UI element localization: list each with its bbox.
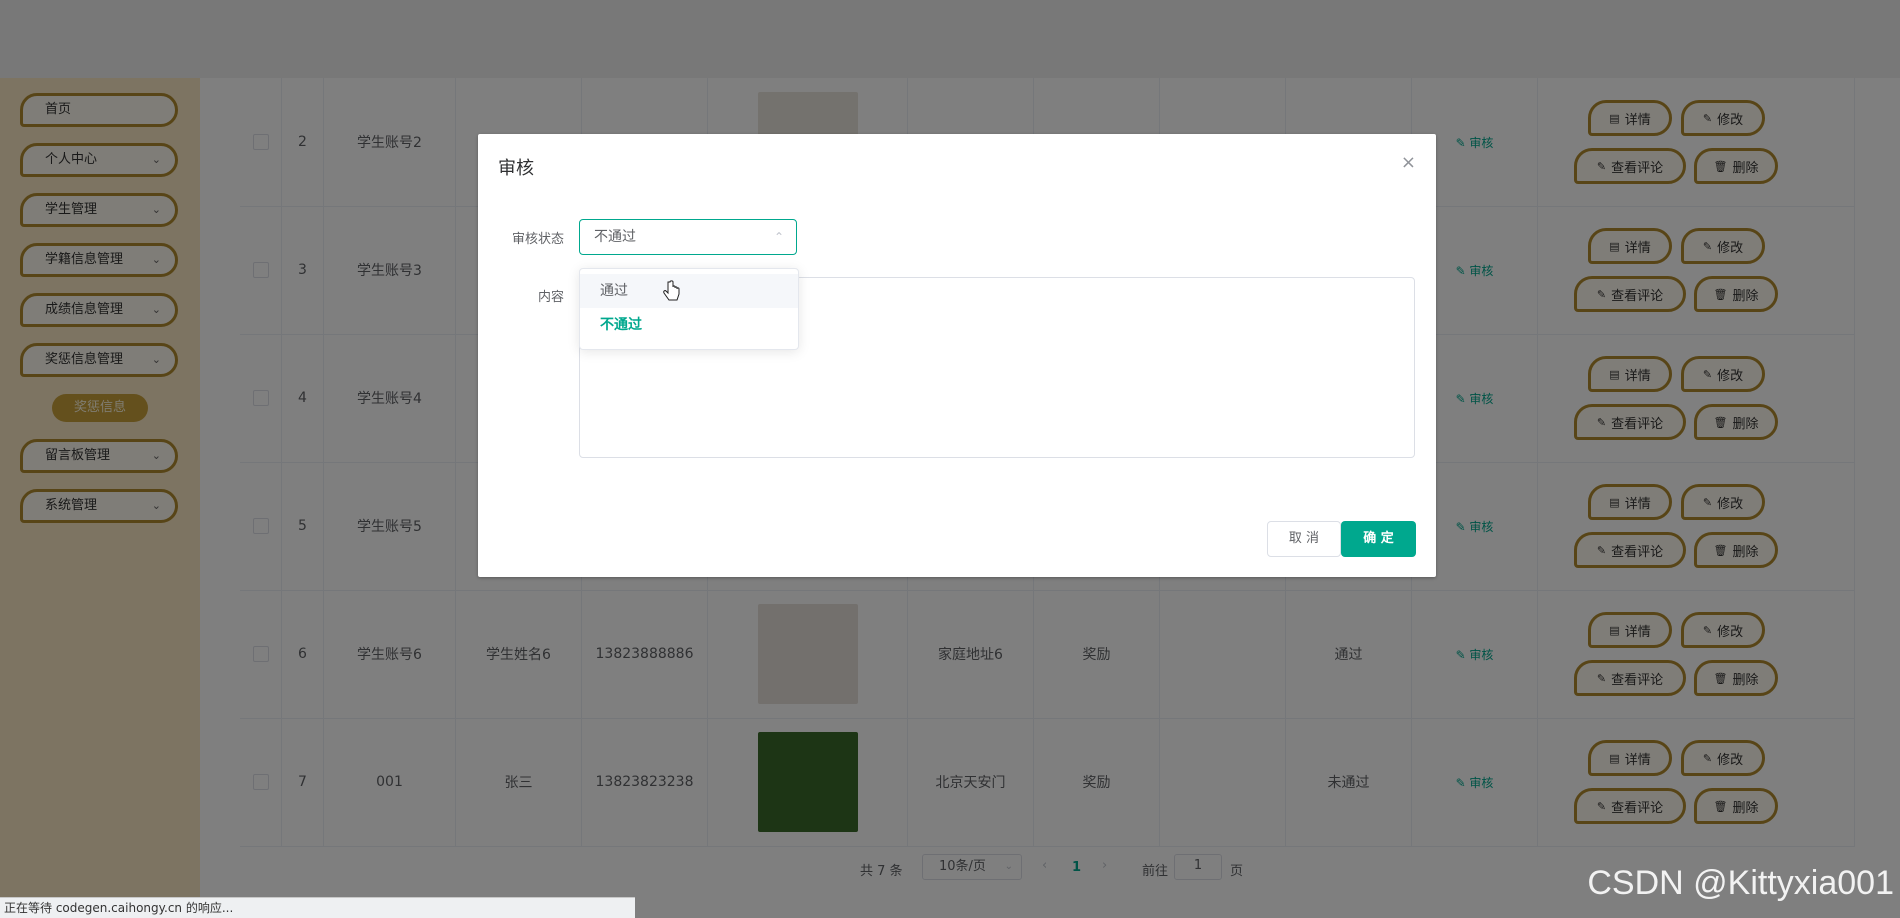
close-icon[interactable]: × xyxy=(1401,152,1416,173)
status-field-label: 审核状态 xyxy=(511,232,564,247)
hand-cursor-icon xyxy=(663,280,680,301)
dropdown-option-pass[interactable]: 通过 xyxy=(580,274,798,308)
content-field-label: 内容 xyxy=(537,290,564,305)
status-dropdown: 通过 不通过 xyxy=(579,268,799,350)
chevron-up-icon: ⌃ xyxy=(773,230,784,244)
browser-status-bar: 正在等待 codegen.caihongy.cn 的响应... xyxy=(0,897,635,918)
watermark-text: CSDN @Kittyxia001 xyxy=(1587,864,1894,902)
dropdown-option-fail[interactable]: 不通过 xyxy=(580,308,798,342)
audit-dialog: 审核 × 审核状态 不通过 ⌃ 内容 取 消 确 定 xyxy=(478,134,1436,577)
status-select[interactable]: 不通过 ⌃ xyxy=(579,219,797,255)
confirm-button[interactable]: 确 定 xyxy=(1341,521,1416,557)
dialog-title: 审核 xyxy=(498,158,534,179)
status-select-value: 不通过 xyxy=(594,229,636,245)
cancel-button[interactable]: 取 消 xyxy=(1267,521,1341,557)
